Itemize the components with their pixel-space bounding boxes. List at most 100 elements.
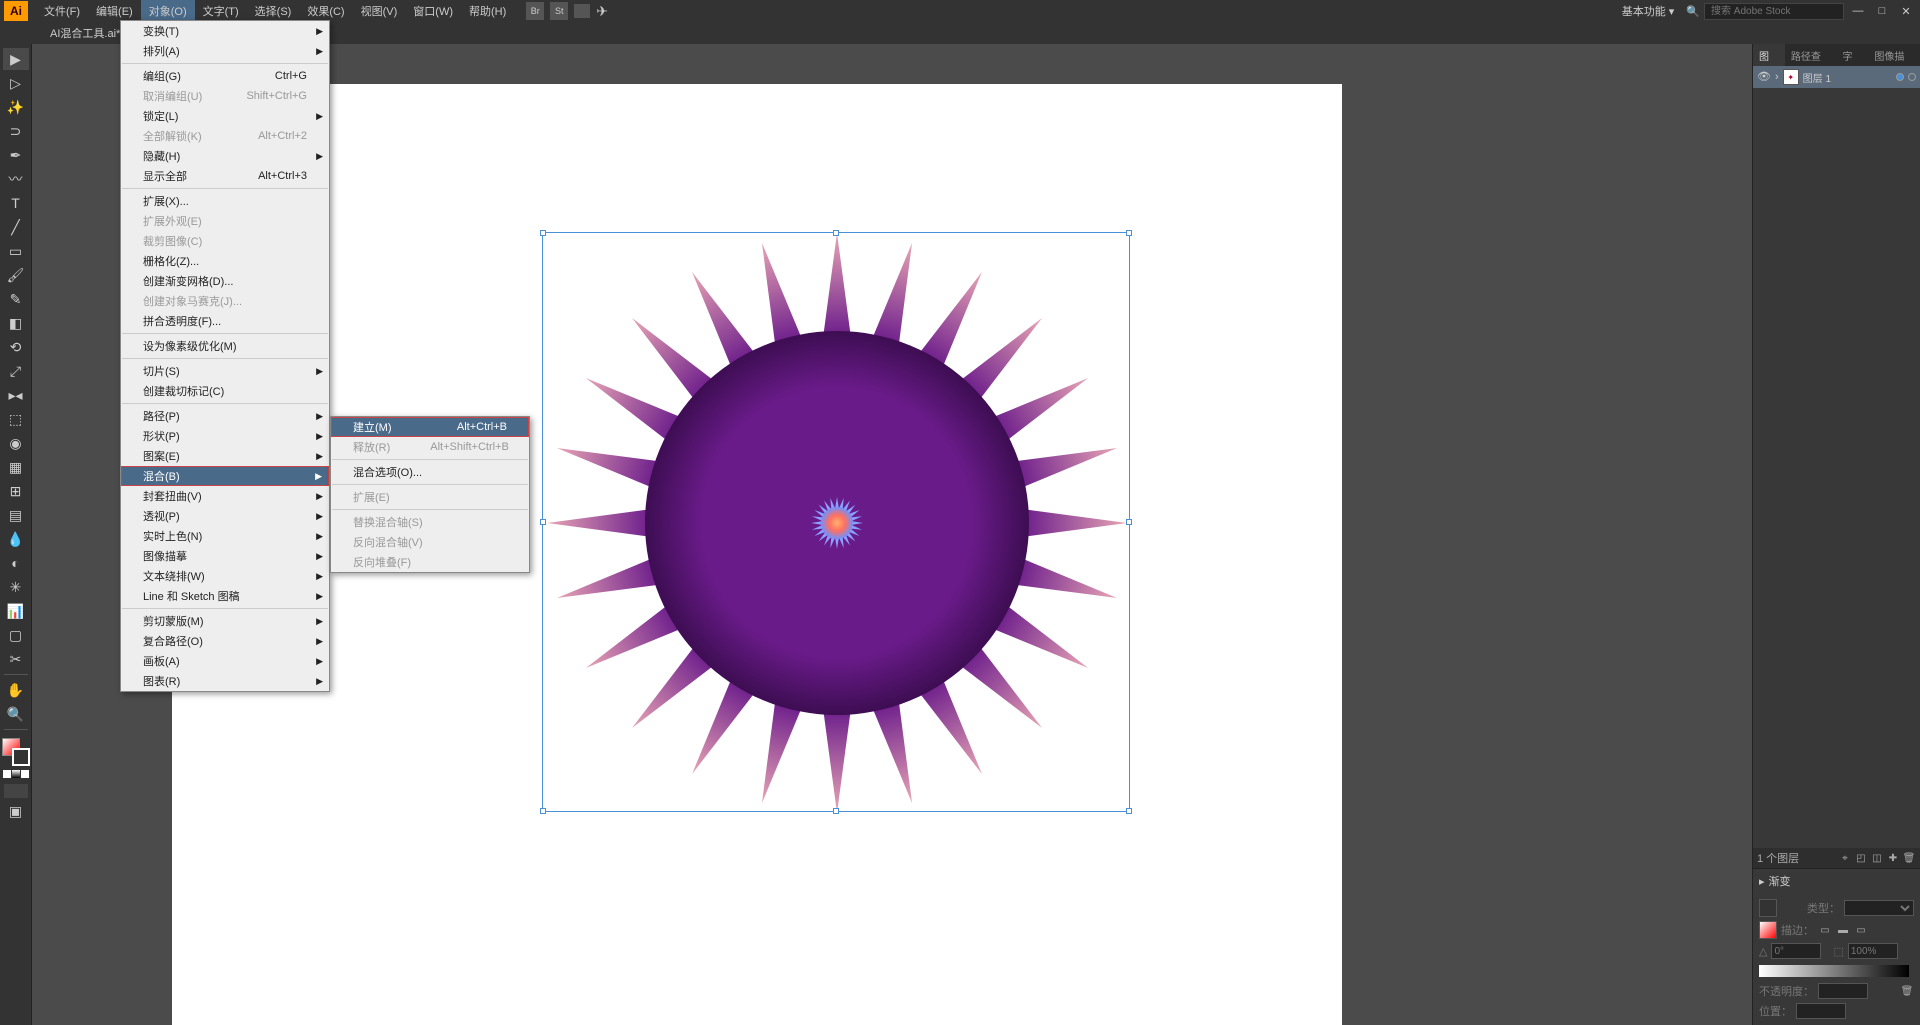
create-sublayer-icon[interactable]: ◫: [1870, 851, 1884, 865]
pen-tool[interactable]: ✒: [3, 144, 29, 166]
menu-item[interactable]: 实时上色(N)▶: [121, 526, 329, 546]
eraser-tool[interactable]: ◧: [3, 312, 29, 334]
delete-layer-icon[interactable]: 🗑: [1902, 851, 1916, 865]
disclosure-icon[interactable]: ›: [1775, 71, 1779, 83]
gradient-opacity-input[interactable]: [1818, 983, 1868, 999]
menu-item[interactable]: 路径(P)▶: [121, 406, 329, 426]
type-tool[interactable]: T: [3, 192, 29, 214]
menu-item[interactable]: 扩展(X)...: [121, 191, 329, 211]
resize-handle-n[interactable]: [833, 230, 839, 236]
width-tool[interactable]: ▸◂: [3, 384, 29, 406]
resize-handle-sw[interactable]: [540, 808, 546, 814]
close-button[interactable]: ✕: [1896, 3, 1916, 19]
line-tool[interactable]: ╱: [3, 216, 29, 238]
menu-文件[interactable]: 文件(F): [36, 0, 88, 22]
layer-target-indicator[interactable]: [1908, 73, 1916, 81]
rectangle-tool[interactable]: ▭: [3, 240, 29, 262]
artboard-tool[interactable]: ▢: [3, 624, 29, 646]
color-mode-none[interactable]: [21, 770, 29, 778]
selection-tool[interactable]: ▶: [3, 48, 29, 70]
resize-handle-ne[interactable]: [1126, 230, 1132, 236]
resize-handle-e[interactable]: [1126, 519, 1132, 525]
stock-icon[interactable]: St: [550, 2, 568, 20]
menu-item[interactable]: 剪切蒙版(M)▶: [121, 611, 329, 631]
stroke-mode-2-icon[interactable]: ▬: [1836, 923, 1850, 937]
menu-item[interactable]: 透视(P)▶: [121, 506, 329, 526]
slice-tool[interactable]: ✂: [3, 648, 29, 670]
menu-item[interactable]: 图表(R)▶: [121, 671, 329, 691]
stroke-mode-3-icon[interactable]: ▭: [1854, 923, 1868, 937]
panel-tab[interactable]: 字符: [1837, 44, 1869, 66]
menu-item[interactable]: 栅格化(Z)...: [121, 251, 329, 271]
make-clipping-mask-icon[interactable]: ◰: [1854, 851, 1868, 865]
menu-对象[interactable]: 对象(O): [141, 0, 195, 22]
menu-item[interactable]: 变换(T)▶: [121, 21, 329, 41]
workspace-switcher[interactable]: 基本功能 ▾: [1614, 1, 1683, 21]
fill-stroke-control[interactable]: [2, 738, 30, 766]
gradient-tool[interactable]: ▤: [3, 504, 29, 526]
eyedropper-tool[interactable]: 💧: [3, 528, 29, 550]
blend-tool[interactable]: ◐: [3, 552, 29, 574]
menu-item[interactable]: 图像描摹▶: [121, 546, 329, 566]
stock-search-input[interactable]: [1704, 3, 1844, 20]
zoom-tool[interactable]: 🔍: [3, 703, 29, 725]
layer-selection-indicator[interactable]: [1896, 73, 1904, 81]
symbol-sprayer-tool[interactable]: ✳: [3, 576, 29, 598]
locate-object-icon[interactable]: ⌖: [1838, 851, 1852, 865]
curvature-tool[interactable]: 〰: [3, 168, 29, 190]
scale-tool[interactable]: ⤢: [3, 360, 29, 382]
gradient-position-input[interactable]: [1796, 1003, 1846, 1019]
gradient-ramp[interactable]: [1759, 965, 1909, 977]
layer-row[interactable]: 👁 › ✦ 图层 1: [1753, 66, 1920, 88]
menu-item[interactable]: 切片(S)▶: [121, 361, 329, 381]
menu-item[interactable]: 排列(A)▶: [121, 41, 329, 61]
menu-窗口[interactable]: 窗口(W): [405, 0, 461, 22]
menu-item[interactable]: Line 和 Sketch 图稿▶: [121, 586, 329, 606]
menu-item[interactable]: 文本绕排(W)▶: [121, 566, 329, 586]
panel-tab[interactable]: 图层: [1753, 44, 1785, 66]
visibility-toggle-icon[interactable]: 👁: [1757, 70, 1771, 84]
menu-item[interactable]: 显示全部Alt+Ctrl+3: [121, 166, 329, 186]
resize-handle-w[interactable]: [540, 519, 546, 525]
menu-编辑[interactable]: 编辑(E): [88, 0, 141, 22]
menu-选择[interactable]: 选择(S): [247, 0, 300, 22]
gradient-angle-input[interactable]: [1771, 943, 1821, 959]
column-graph-tool[interactable]: 📊: [3, 600, 29, 622]
panel-collapse-icon[interactable]: ▸: [1759, 875, 1765, 888]
menu-item[interactable]: 图案(E)▶: [121, 446, 329, 466]
color-mode-color[interactable]: [3, 770, 11, 778]
screen-mode[interactable]: ▣: [3, 800, 29, 822]
magic-wand-tool[interactable]: ✨: [3, 96, 29, 118]
resize-handle-s[interactable]: [833, 808, 839, 814]
color-mode-gradient[interactable]: [12, 770, 20, 778]
menu-item[interactable]: 创建渐变网格(D)...: [121, 271, 329, 291]
menu-item[interactable]: 画板(A)▶: [121, 651, 329, 671]
stroke-mode-1-icon[interactable]: ▭: [1818, 923, 1832, 937]
menu-item[interactable]: 创建裁切标记(C): [121, 381, 329, 401]
shaper-tool[interactable]: ✎: [3, 288, 29, 310]
menu-item[interactable]: 拼合透明度(F)...: [121, 311, 329, 331]
direct-selection-tool[interactable]: ▷: [3, 72, 29, 94]
layer-name[interactable]: 图层 1: [1803, 70, 1892, 85]
menu-item[interactable]: 锁定(L)▶: [121, 106, 329, 126]
lasso-tool[interactable]: ⊃: [3, 120, 29, 142]
menu-item[interactable]: 设为像素级优化(M): [121, 336, 329, 356]
new-layer-icon[interactable]: ✚: [1886, 851, 1900, 865]
menu-item[interactable]: 混合选项(O)...: [331, 462, 529, 482]
menu-文字[interactable]: 文字(T): [195, 0, 247, 22]
drawing-mode[interactable]: [4, 784, 28, 798]
resize-handle-nw[interactable]: [540, 230, 546, 236]
menu-item[interactable]: 复合路径(O)▶: [121, 631, 329, 651]
share-icon[interactable]: ✈: [596, 3, 608, 20]
maximize-button[interactable]: □: [1872, 3, 1892, 19]
arrange-documents-icon[interactable]: [574, 4, 590, 18]
menu-item[interactable]: 编组(G)Ctrl+G: [121, 66, 329, 86]
gradient-ratio-input[interactable]: [1848, 943, 1898, 959]
gradient-fill-swatch[interactable]: [1759, 921, 1777, 939]
paintbrush-tool[interactable]: 🖌: [3, 264, 29, 286]
gradient-preview-swatch[interactable]: [1759, 899, 1777, 917]
delete-stop-icon[interactable]: 🗑: [1900, 984, 1914, 998]
menu-帮助[interactable]: 帮助(H): [461, 0, 514, 22]
stroke-swatch[interactable]: [12, 748, 30, 766]
selection-bounding-box[interactable]: [542, 232, 1130, 812]
